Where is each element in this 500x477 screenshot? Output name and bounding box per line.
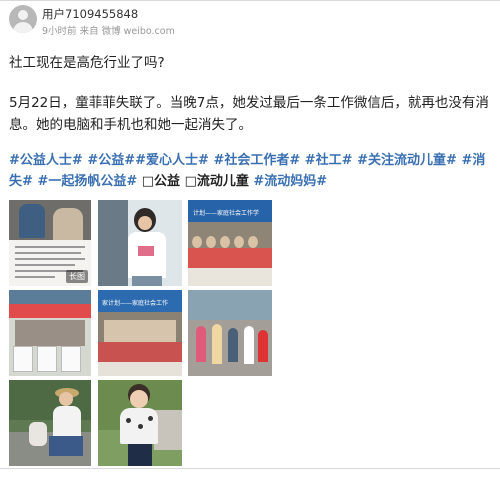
post-meta: 9小时前 来自 微博 weibo.com [42, 26, 175, 37]
user-avatar[interactable] [9, 5, 37, 33]
photo-4-outdoor-event[interactable] [9, 290, 91, 376]
avatar-body-shape [13, 22, 33, 33]
photo-3-group-banner[interactable]: 计划——家庭社会工作学 [188, 200, 272, 286]
photo-7-woman-child-bench[interactable] [9, 380, 91, 466]
photo-5-banner-text: 家计划——家庭社会工作 [102, 300, 169, 307]
long-image-badge: 长图 [66, 270, 88, 283]
username-link[interactable]: 用户7109455848 [42, 6, 138, 22]
hashtag-list: #公益人士# #公益##爱心人士# #社会工作者# #社工# #关注流动儿童# … [9, 150, 493, 192]
bottom-divider [0, 468, 500, 469]
top-divider [0, 0, 500, 1]
hashtag-link[interactable]: #社工# [305, 153, 353, 168]
hashtag-link[interactable]: #关注流动儿童# [357, 153, 457, 168]
photo-5-group-banner[interactable]: 家计划——家庭社会工作 [98, 290, 182, 376]
photo-1-long-image[interactable]: 长图 [9, 200, 91, 286]
post-body: 5月22日，童菲菲失联了。当晚7点，她发过最后一条工作微信后，就再也没有消息。她… [9, 95, 489, 133]
hashtag-separator: □公益 □流动儿童 [137, 174, 254, 189]
hashtag-link[interactable]: #社会工作者# [213, 153, 300, 168]
hashtag-link[interactable]: #公益人士# [9, 153, 83, 168]
hashtag-link[interactable]: #流动妈妈# [253, 174, 327, 189]
photo-8-child-portrait[interactable] [98, 380, 182, 466]
hashtag-link[interactable]: #公益# [87, 153, 135, 168]
hashtag-link[interactable]: #一起扬帆公益# [37, 174, 137, 189]
photo-2[interactable] [98, 200, 182, 286]
hashtag-link[interactable]: #爱心人士# [135, 153, 209, 168]
avatar-head-shape [18, 10, 28, 20]
photo-6-street-group[interactable] [188, 290, 272, 376]
post-title: 社工现在是高危行业了吗? [9, 55, 165, 71]
photo-3-banner-text: 计划——家庭社会工作学 [193, 210, 260, 217]
